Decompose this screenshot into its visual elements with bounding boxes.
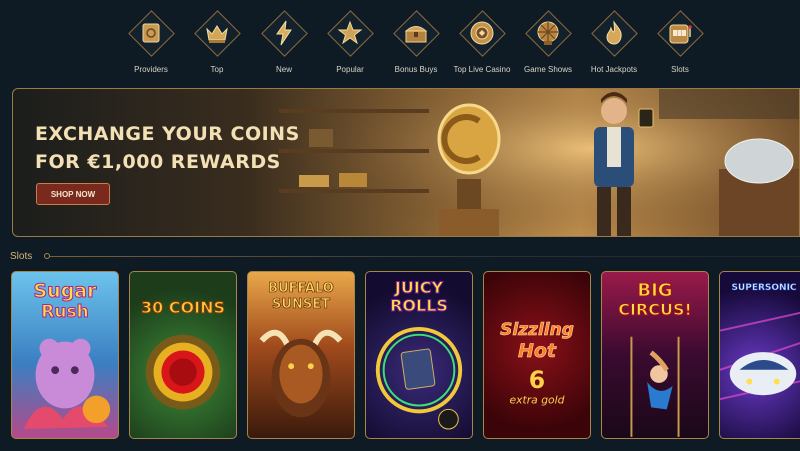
nav-popular[interactable]: Popular bbox=[317, 9, 383, 82]
star-icon bbox=[337, 20, 363, 45]
banner-title-line2: FOR €1,000 REWARDS bbox=[35, 151, 281, 173]
game-tile[interactable]: SUPERSONIC bbox=[719, 271, 800, 439]
game-tile[interactable]: BIG CIRCUS! bbox=[601, 271, 709, 439]
game-subtitle: CIRCUS! bbox=[618, 300, 693, 319]
nav-top-live-casino[interactable]: Top Live Casino bbox=[449, 9, 515, 82]
slots-section-header: Slots bbox=[10, 249, 800, 263]
section-divider bbox=[48, 256, 800, 257]
game-title: Sizzling bbox=[500, 320, 574, 340]
game-tile[interactable]: BUFFALO SUNSET bbox=[247, 271, 355, 439]
section-title[interactable]: Slots bbox=[10, 251, 32, 262]
game-subtitle: Hot bbox=[517, 340, 557, 362]
chip-icon bbox=[470, 21, 494, 45]
nav-label: New bbox=[275, 65, 292, 74]
game-art bbox=[720, 311, 800, 401]
game-tile[interactable]: 30 COINS bbox=[129, 271, 237, 439]
nav-label: Slots bbox=[671, 65, 689, 74]
nav-label: Top Live Casino bbox=[453, 65, 511, 74]
svg-text:6: 6 bbox=[529, 366, 545, 394]
category-nav: Providers Top New Popular Bonus Buys Top… bbox=[118, 9, 704, 82]
nav-new[interactable]: New bbox=[251, 9, 317, 82]
slots-carousel: Sugar Rush 30 COINS BUFFALO SUNSET JUICY… bbox=[11, 271, 800, 451]
game-subtitle: SUNSET bbox=[272, 297, 331, 312]
nav-providers[interactable]: Providers bbox=[118, 9, 184, 82]
section-divider-dot bbox=[44, 253, 50, 259]
game-title: BUFFALO bbox=[268, 281, 334, 296]
nav-hot-jackpots[interactable]: Hot Jackpots bbox=[581, 9, 647, 82]
nav-slots[interactable]: Slots bbox=[647, 9, 713, 82]
promo-banner[interactable]: EXCHANGE YOUR COINS FOR €1,000 REWARDS S… bbox=[12, 88, 800, 237]
game-subtitle: ROLLS bbox=[390, 296, 449, 315]
game-title: BIG bbox=[637, 280, 673, 301]
game-tile[interactable]: JUICY ROLLS bbox=[365, 271, 473, 439]
wheel-icon bbox=[537, 21, 559, 45]
game-title: Sugar bbox=[33, 280, 97, 302]
chest-icon bbox=[404, 26, 428, 43]
game-title: 30 COINS bbox=[140, 298, 226, 317]
nav-label: Bonus Buys bbox=[394, 65, 438, 74]
slot-machine-icon bbox=[669, 24, 692, 44]
game-subtitle: Rush bbox=[41, 302, 89, 322]
nav-bonus-buys[interactable]: Bonus Buys bbox=[383, 9, 449, 82]
banner-illustration bbox=[279, 89, 799, 236]
flame-icon bbox=[606, 20, 622, 45]
shop-now-button[interactable]: SHOP NOW bbox=[36, 183, 110, 205]
nav-label: Top bbox=[210, 65, 224, 74]
game-title: SUPERSONIC bbox=[731, 283, 797, 293]
crown-icon bbox=[206, 25, 228, 43]
game-title: JUICY bbox=[394, 278, 444, 297]
game-art bbox=[145, 334, 221, 410]
game-tile[interactable]: 6 extra gold Sizzling Hot bbox=[483, 271, 591, 439]
nav-label: Providers bbox=[134, 65, 168, 74]
banner-title: EXCHANGE YOUR COINS FOR €1,000 REWARDS bbox=[35, 120, 300, 176]
nav-top[interactable]: Top bbox=[184, 9, 250, 82]
lightning-icon bbox=[276, 20, 292, 46]
game-tile[interactable]: Sugar Rush bbox=[11, 271, 119, 439]
providers-icon bbox=[142, 23, 160, 43]
nav-label: Hot Jackpots bbox=[590, 65, 638, 74]
nav-label: Game Shows bbox=[523, 65, 573, 74]
svg-text:extra gold: extra gold bbox=[509, 394, 564, 407]
banner-title-line1: EXCHANGE YOUR COINS bbox=[35, 123, 300, 145]
nav-label: Popular bbox=[336, 65, 364, 74]
nav-game-shows[interactable]: Game Shows bbox=[515, 9, 581, 82]
